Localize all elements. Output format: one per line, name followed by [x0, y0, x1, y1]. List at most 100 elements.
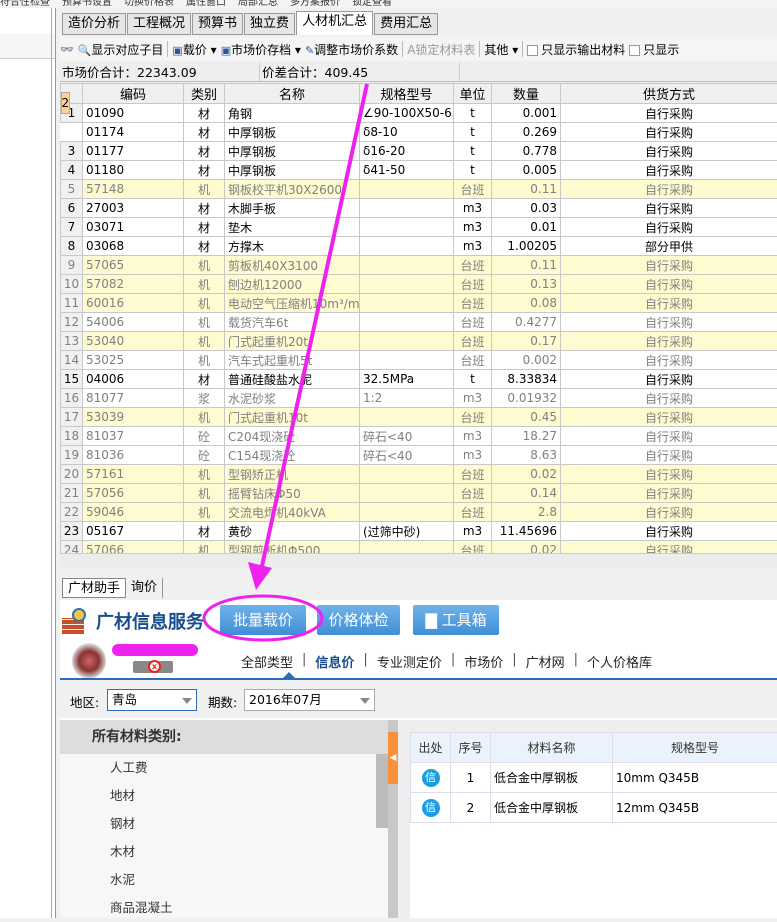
load-price-button[interactable]: ▣载价 ▾	[172, 41, 216, 58]
table-row[interactable]: 401180材中厚钢板δ41-50t0.005自行采购	[61, 161, 777, 180]
toolbox-button[interactable]: ▇ 工具箱	[413, 605, 499, 635]
material-category-item[interactable]: 水泥	[60, 866, 388, 894]
table-row[interactable]: 2157056机摇臂钻床Φ50台班0.14自行采购	[61, 484, 777, 503]
horizontal-scrollbar[interactable]	[60, 553, 777, 569]
table-row[interactable]: 1681077浆水泥砂浆1:2m30.01932自行采购	[61, 389, 777, 408]
table-row[interactable]: 1981036砼C154现浇砼碎石<40m38.63自行采购	[61, 446, 777, 465]
top-toolbar-item[interactable]: 局部汇总	[238, 0, 278, 8]
table-row[interactable]: 1057082机刨边机12000台班0.13自行采购	[61, 275, 777, 294]
column-header[interactable]: 类别	[184, 84, 225, 104]
splitter[interactable]: ◀	[388, 720, 398, 918]
row-number[interactable]: 10	[61, 275, 83, 294]
binoculars-icon[interactable]: 👓	[60, 43, 74, 56]
tab-2[interactable]: 预算书	[192, 13, 243, 35]
avatar[interactable]	[72, 643, 106, 679]
row-number[interactable]: 14	[61, 351, 83, 370]
table-row[interactable]: 1254006机载货汽车6t台班0.4277自行采购	[61, 313, 777, 332]
column-header[interactable]: 名称	[225, 84, 360, 104]
category-tab[interactable]: 全部类型	[232, 652, 302, 671]
collapse-left-icon[interactable]: ◀	[388, 732, 398, 784]
row-number[interactable]: 11	[61, 294, 83, 313]
category-tab[interactable]: 广材网	[517, 652, 574, 671]
table-row[interactable]: 1881037砼C204现浇砼碎石<40m318.27自行采购	[61, 427, 777, 446]
row-number[interactable]: 9	[61, 256, 83, 275]
result-row[interactable]: 信2低合金中厚钢板12mm Q345B	[411, 793, 777, 823]
batch-price-button[interactable]: 批量载价	[220, 605, 306, 635]
price-check-button[interactable]: 价格体检	[317, 605, 400, 635]
table-row[interactable]: 557148机钢板校平机30X2600台班0.11自行采购	[61, 180, 777, 199]
adjust-coef-button[interactable]: ✎调整市场价系数	[305, 41, 398, 58]
category-tab[interactable]: 信息价	[306, 652, 363, 671]
table-row[interactable]: 1453025机汽车式起重机5t台班0.002自行采购	[61, 351, 777, 370]
material-category-item[interactable]: 地材	[60, 782, 388, 810]
column-header[interactable]: 供货方式	[561, 84, 777, 104]
row-number[interactable]: 17	[61, 408, 83, 427]
market-archive-button[interactable]: ▣市场价存档 ▾	[221, 41, 301, 58]
row-number[interactable]: 24	[61, 541, 83, 554]
period-select[interactable]: 2016年07月	[244, 689, 375, 711]
row-number[interactable]: 6	[61, 199, 83, 218]
top-toolbar-item[interactable]: 多方案报价	[290, 0, 340, 8]
row-number[interactable]: 18	[61, 427, 83, 446]
table-row[interactable]: 1353040机门式起重机20t台班0.17自行采购	[61, 332, 777, 351]
tab-3[interactable]: 独立费	[244, 13, 295, 35]
other-menu[interactable]: 其他 ▾	[484, 41, 518, 58]
material-category-item[interactable]: 人工费	[60, 754, 388, 782]
table-row[interactable]: 803068材方撑木m31.00205部分甲供	[61, 237, 777, 256]
top-toolbar-item[interactable]: 符合性检查	[0, 0, 50, 8]
row-number[interactable]: 16	[61, 389, 83, 408]
row-number[interactable]: 12	[61, 313, 83, 332]
category-tab[interactable]: 个人价格库	[578, 652, 661, 671]
row-number[interactable]: 22	[61, 503, 83, 522]
table-row[interactable]: 627003材木脚手板m30.03自行采购	[61, 199, 777, 218]
table-row[interactable]: 2457066机型钢剪断机Φ500台班0.02自行采购	[61, 541, 777, 554]
table-row[interactable]: 101090材角钢∠90-100X50-63t0.001自行采购	[61, 104, 777, 123]
table-row[interactable]: 201174材中厚钢板δ8-10t0.269自行采购	[61, 123, 777, 142]
table-row[interactable]: 1160016机电动空气压缩机10m³/mi台班0.08自行采购	[61, 294, 777, 313]
row-number[interactable]: 21	[61, 484, 83, 503]
table-row[interactable]: 1504006材普通硅酸盐水泥32.5MPat8.33834自行采购	[61, 370, 777, 389]
tab-0[interactable]: 造价分析	[62, 13, 126, 35]
material-category-item[interactable]: 钢材	[60, 810, 388, 838]
row-number[interactable]: 15	[61, 370, 83, 389]
table-row[interactable]: 2057161机型钢矫正机台班0.02自行采购	[61, 465, 777, 484]
region-select[interactable]: 青岛	[107, 689, 197, 711]
top-toolbar-item[interactable]: 属性窗口	[186, 0, 226, 8]
table-row[interactable]: 301177材中厚钢板δ16-20t0.778自行采购	[61, 142, 777, 161]
row-number[interactable]: 8	[61, 237, 83, 256]
table-row[interactable]: 2305167材黄砂(过筛中砂)m311.45696自行采购	[61, 522, 777, 541]
bottom-tab-1[interactable]: 询价	[126, 578, 163, 598]
row-number[interactable]: 5	[61, 180, 83, 199]
material-category-item[interactable]: 木材	[60, 838, 388, 866]
only-output-checkbox[interactable]: 只显示输出材料	[527, 41, 625, 58]
table-row[interactable]: 1753039机门式起重机10t台班0.45自行采购	[61, 408, 777, 427]
table-row[interactable]: 703071材垫木m30.01自行采购	[61, 218, 777, 237]
bottom-tab-0[interactable]: 广材助手	[62, 578, 126, 598]
show-sub-button[interactable]: 🔍显示对应子目	[78, 41, 164, 58]
column-header[interactable]: 单位	[454, 84, 492, 104]
tab-4[interactable]: 人材机汇总	[296, 11, 373, 35]
category-tab[interactable]: 专业测定价	[368, 652, 451, 671]
row-number[interactable]: 4	[61, 161, 83, 180]
category-tab[interactable]: 市场价	[455, 652, 512, 671]
row-number[interactable]: 23	[61, 522, 83, 541]
tab-5[interactable]: 费用汇总	[374, 13, 438, 35]
lock-table-button[interactable]: A锁定材料表	[407, 41, 475, 58]
result-row[interactable]: 信1低合金中厚钢板10mm Q345B	[411, 763, 777, 793]
table-row[interactable]: 2259046机交流电焊机40kVA台班2.8自行采购	[61, 503, 777, 522]
row-number[interactable]: 7	[61, 218, 83, 237]
row-number[interactable]: 2	[61, 92, 71, 114]
top-toolbar-item[interactable]: 切换价格表	[124, 0, 174, 8]
row-number[interactable]: 3	[61, 142, 83, 161]
top-toolbar-item[interactable]: 预算书设置	[62, 0, 112, 8]
row-number[interactable]: 20	[61, 465, 83, 484]
column-header[interactable]: 编码	[83, 84, 184, 104]
column-header[interactable]: 数量	[492, 84, 561, 104]
tab-1[interactable]: 工程概况	[127, 13, 191, 35]
only-show-checkbox[interactable]: 只显示	[629, 41, 679, 58]
table-row[interactable]: 957065机剪板机40X3100台班0.11自行采购	[61, 256, 777, 275]
vertical-scrollbar[interactable]	[376, 754, 388, 828]
row-number[interactable]: 19	[61, 446, 83, 465]
column-header[interactable]: 规格型号	[360, 84, 454, 104]
top-toolbar-item[interactable]: 锁定查看	[352, 0, 392, 8]
